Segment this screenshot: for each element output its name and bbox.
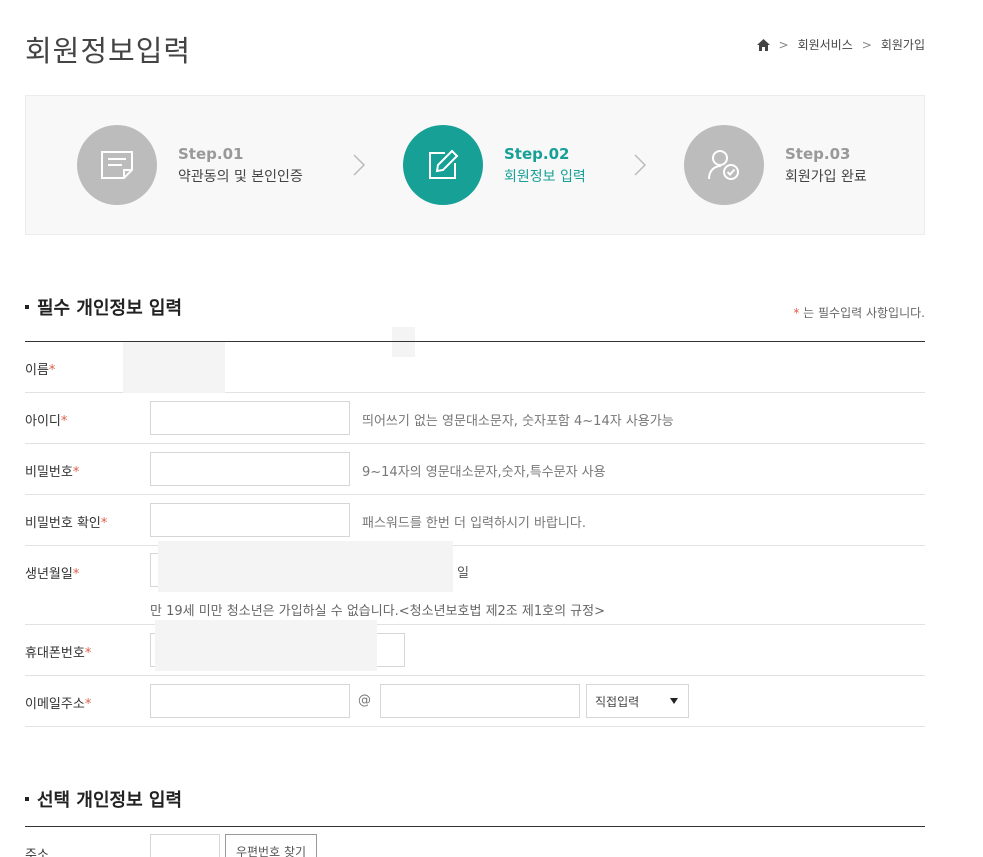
- id-row: 아이디* 띄어쓰기 없는 영문대소문자, 숫자포함 4~14자 사용가능: [25, 393, 925, 444]
- step-2-circle: [403, 125, 483, 205]
- password-help: 9~14자의 영문대소문자,숫자,특수문자 사용: [362, 465, 606, 480]
- step-1-circle: [77, 125, 157, 205]
- home-icon[interactable]: [756, 38, 770, 51]
- id-help: 띄어쓰기 없는 영문대소문자, 숫자포함 4~14자 사용가능: [362, 414, 674, 429]
- step-2-label: 회원정보 입력: [504, 168, 586, 185]
- password-input[interactable]: [150, 452, 350, 486]
- address-label: 주소: [25, 848, 49, 857]
- phone-row: 휴대폰번호*: [25, 620, 925, 676]
- edit-pencil-icon: [429, 149, 459, 179]
- breadcrumb-separator-icon: >: [778, 37, 789, 52]
- password-label: 비밀번호*: [25, 465, 80, 480]
- breadcrumb-item-signup[interactable]: 회원가입: [881, 36, 925, 53]
- email-domain-select[interactable]: 직접입력: [586, 684, 689, 718]
- name-value-masked: [123, 342, 225, 393]
- bullet-icon: [25, 305, 29, 309]
- birth-help: 만 19세 미만 청소년은 가입하실 수 없습니다.<청소년보호법 제2조 제1…: [150, 604, 605, 619]
- document-icon: [101, 151, 133, 179]
- step-2: Step.02 회원정보 입력: [403, 125, 586, 205]
- password-confirm-label: 비밀번호 확인*: [25, 516, 108, 531]
- page-title: 회원정보입력: [25, 34, 192, 68]
- bullet-icon: [25, 797, 29, 801]
- password-row: 비밀번호* 9~14자의 영문대소문자,숫자,특수문자 사용: [25, 444, 925, 495]
- step-3-label: 회원가입 완료: [785, 168, 867, 185]
- required-info-form: 이름* 아이디* 띄어쓰기 없는 영문대소문자, 숫자포함 4~14자 사용가능…: [25, 341, 925, 727]
- email-domain-input[interactable]: [380, 684, 580, 718]
- chevron-right-icon: [634, 154, 647, 176]
- birth-row: 생년월일* 일 만 19세 미만 청소년은 가입하실 수 없습니다.<청소년보호…: [25, 541, 925, 625]
- email-label: 이메일주소*: [25, 697, 92, 712]
- address-row: 주소 우편번호 찾기: [25, 827, 925, 857]
- signup-steps: Step.01 약관동의 및 본인인증 Step.02 회원정보 입력 Step…: [25, 95, 925, 235]
- required-note: * 는 필수입력 사항입니다.: [793, 306, 925, 320]
- step-3-circle: [684, 125, 764, 205]
- step-2-number: Step.02: [504, 144, 570, 163]
- chevron-right-icon: [353, 154, 366, 176]
- breadcrumb-item-member-service[interactable]: 회원서비스: [798, 36, 853, 53]
- phone-value-masked: [155, 620, 377, 671]
- breadcrumb: > 회원서비스 > 회원가입: [756, 36, 925, 53]
- user-check-icon: [708, 150, 739, 180]
- step-1: Step.01 약관동의 및 본인인증: [77, 125, 303, 205]
- optional-info-form: 주소 우편번호 찾기: [25, 826, 925, 857]
- step-3-number: Step.03: [785, 144, 851, 163]
- optional-section-title: 선택 개인정보 입력: [25, 786, 182, 812]
- phone-label: 휴대폰번호*: [25, 646, 92, 661]
- step-3: Step.03 회원가입 완료: [684, 125, 867, 205]
- id-input[interactable]: [150, 401, 350, 435]
- birth-day-suffix: 일: [457, 566, 469, 581]
- zipcode-search-button[interactable]: 우편번호 찾기: [225, 834, 317, 857]
- breadcrumb-separator-icon: >: [861, 37, 872, 52]
- id-label: 아이디*: [25, 414, 68, 429]
- email-row: 이메일주소* @ 직접입력: [25, 676, 925, 727]
- dropdown-caret-icon: [670, 698, 678, 704]
- name-row: 이름*: [25, 342, 925, 393]
- step-1-number: Step.01: [178, 144, 244, 163]
- required-section-title: 필수 개인정보 입력: [25, 294, 182, 320]
- email-at-sign: @: [358, 693, 371, 708]
- name-label: 이름*: [25, 363, 56, 378]
- birth-label: 생년월일*: [25, 567, 80, 582]
- zipcode-input[interactable]: [150, 834, 220, 857]
- email-id-input[interactable]: [150, 684, 350, 718]
- password-confirm-help: 패스워드를 한번 더 입력하시기 바랍니다.: [362, 516, 586, 531]
- birth-value-masked: [158, 541, 453, 592]
- step-1-label: 약관동의 및 본인인증: [178, 168, 303, 185]
- password-confirm-input[interactable]: [150, 503, 350, 537]
- password-confirm-row: 비밀번호 확인* 패스워드를 한번 더 입력하시기 바랍니다.: [25, 495, 925, 546]
